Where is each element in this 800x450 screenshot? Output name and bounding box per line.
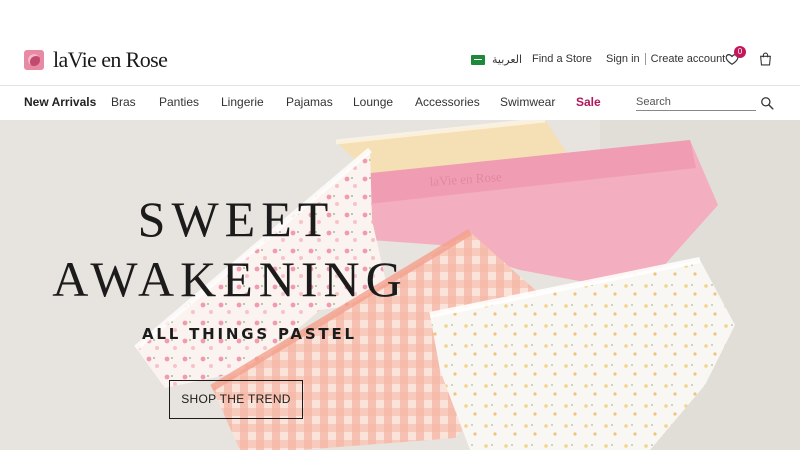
- language-label: العربية: [492, 54, 523, 66]
- site-header: laVie en Rose العربية Find a Store Sign …: [0, 0, 800, 86]
- hero-headline-2: AWAKENING: [52, 251, 408, 307]
- nav-panties[interactable]: Panties: [159, 95, 199, 109]
- nav-lounge[interactable]: Lounge: [353, 95, 393, 109]
- main-nav: New Arrivals Bras Panties Lingerie Pajam…: [0, 86, 800, 120]
- shop-the-trend-button[interactable]: SHOP THE TREND: [169, 380, 303, 419]
- wishlist-button[interactable]: 0: [725, 46, 746, 68]
- cart-button[interactable]: [759, 52, 775, 68]
- hero-banner[interactable]: laVie en Rose SWEET AWAKENING ALL THINGS…: [0, 120, 800, 450]
- account-links: Sign in Create account: [606, 53, 725, 65]
- search-input[interactable]: [636, 93, 756, 111]
- search-icon[interactable]: [760, 96, 774, 110]
- nav-sale[interactable]: Sale: [576, 95, 601, 109]
- find-store-link[interactable]: Find a Store: [532, 53, 592, 65]
- language-switch[interactable]: العربية: [471, 53, 522, 66]
- nav-accessories[interactable]: Accessories: [415, 95, 480, 109]
- logo-text: laVie en Rose: [53, 47, 168, 72]
- nav-swimwear[interactable]: Swimwear: [500, 95, 555, 109]
- wishlist-count-badge: 0: [734, 46, 746, 58]
- logo[interactable]: laVie en Rose: [24, 47, 168, 72]
- nav-lingerie[interactable]: Lingerie: [221, 95, 264, 109]
- rose-logo-icon: [24, 50, 44, 70]
- hero-subheadline: ALL THINGS PASTEL: [142, 325, 357, 343]
- nav-new-arrivals[interactable]: New Arrivals: [24, 95, 96, 109]
- nav-bras[interactable]: Bras: [111, 95, 136, 109]
- hero-headline-1: SWEET: [137, 191, 335, 247]
- bag-icon: [760, 52, 771, 66]
- create-account-link[interactable]: Create account: [651, 53, 726, 65]
- nav-pajamas[interactable]: Pajamas: [286, 95, 333, 109]
- flag-icon: [471, 54, 485, 65]
- sign-in-link[interactable]: Sign in: [606, 53, 640, 65]
- divider: [644, 53, 646, 65]
